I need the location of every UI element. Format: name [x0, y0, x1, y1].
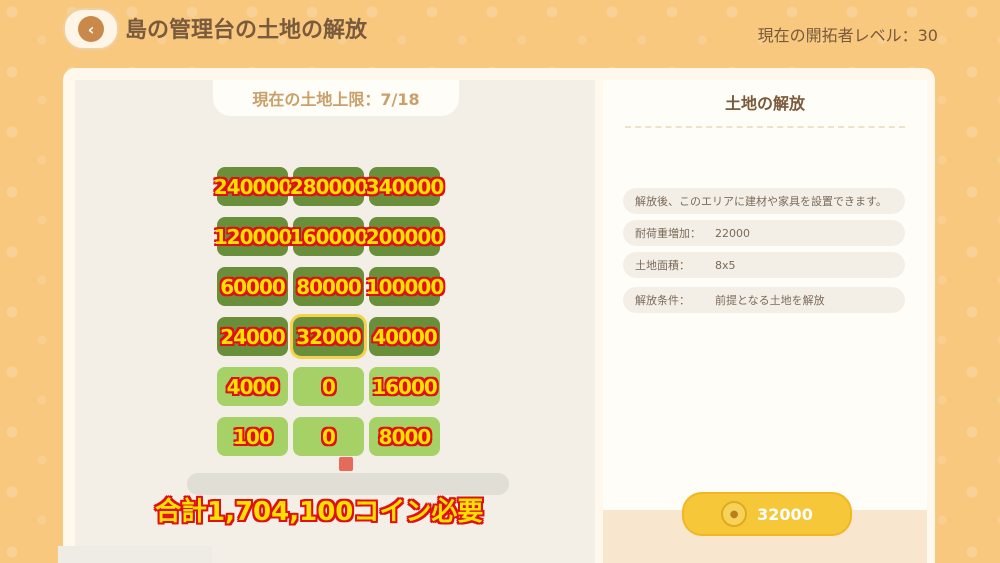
land-tile[interactable]: 280000 [290, 167, 368, 206]
info-value: 8x5 [715, 258, 736, 272]
info-row-area: 土地面積： 8x5 [623, 252, 905, 278]
land-tile[interactable]: 0 [293, 417, 364, 456]
info-value: 22000 [715, 226, 750, 240]
land-tile[interactable]: 8000 [369, 417, 440, 456]
land-tile[interactable]: 40000 [369, 317, 440, 356]
land-tile-selected[interactable]: 32000 [290, 314, 367, 359]
divider [625, 126, 905, 128]
land-detail-panel: 土地の解放 解放後、このエリアに建材や家具を設置できます。 耐荷重増加： 220… [603, 80, 927, 563]
land-limit-label: 現在の土地上限：7/18 [213, 80, 459, 116]
detail-title: 土地の解放 [724, 94, 805, 113]
back-arrow-icon: ‹ [78, 16, 104, 42]
total-cost-caption: 合計1,704,100コイン必要 [155, 497, 484, 527]
land-tile[interactable]: 0 [293, 367, 364, 406]
land-tile[interactable]: 200000 [366, 217, 444, 256]
land-grid: 240000 280000 340000 120000 160000 20000… [214, 167, 444, 456]
info-row-load: 耐荷重増加： 22000 [623, 220, 905, 246]
info-value: 前提となる土地を解放 [715, 294, 825, 307]
info-label: 耐荷重増加： [635, 227, 701, 240]
gift-icon [339, 457, 353, 471]
land-tile[interactable]: 160000 [290, 217, 368, 256]
info-row-condition: 解放条件： 前提となる土地を解放 [623, 287, 905, 313]
land-tile[interactable]: 340000 [366, 167, 444, 206]
description-row: 解放後、このエリアに建材や家具を設置できます。 [623, 188, 905, 214]
land-tile[interactable]: 80000 [293, 267, 364, 306]
pioneer-level: 現在の開拓者レベル：30 [757, 26, 938, 45]
land-tile[interactable]: 240000 [214, 167, 292, 206]
main-panel: 現在の土地上限：7/18 240000 280000 340000 120000… [63, 68, 935, 563]
page-title: 島の管理台の土地の解放 [125, 18, 368, 43]
land-tile[interactable]: 100 [217, 417, 288, 456]
land-map-area: 現在の土地上限：7/18 240000 280000 340000 120000… [75, 80, 595, 563]
bottom-placeholder [58, 546, 212, 563]
info-label: 解放条件： [635, 294, 690, 307]
info-label: 土地面積： [635, 259, 690, 272]
land-tile[interactable]: 16000 [369, 367, 440, 406]
unlock-button[interactable]: ● 32000 [682, 492, 852, 536]
unlock-cost: 32000 [757, 504, 813, 524]
land-tile[interactable]: 24000 [217, 317, 288, 356]
land-tile[interactable]: 100000 [366, 267, 444, 306]
back-button[interactable]: ‹ [63, 8, 119, 50]
land-tile[interactable]: 4000 [217, 367, 288, 406]
land-tile[interactable]: 120000 [214, 217, 292, 256]
coin-icon: ● [721, 501, 748, 527]
description-text: 解放後、このエリアに建材や家具を設置できます。 [635, 195, 887, 208]
land-tile[interactable]: 60000 [217, 267, 288, 306]
